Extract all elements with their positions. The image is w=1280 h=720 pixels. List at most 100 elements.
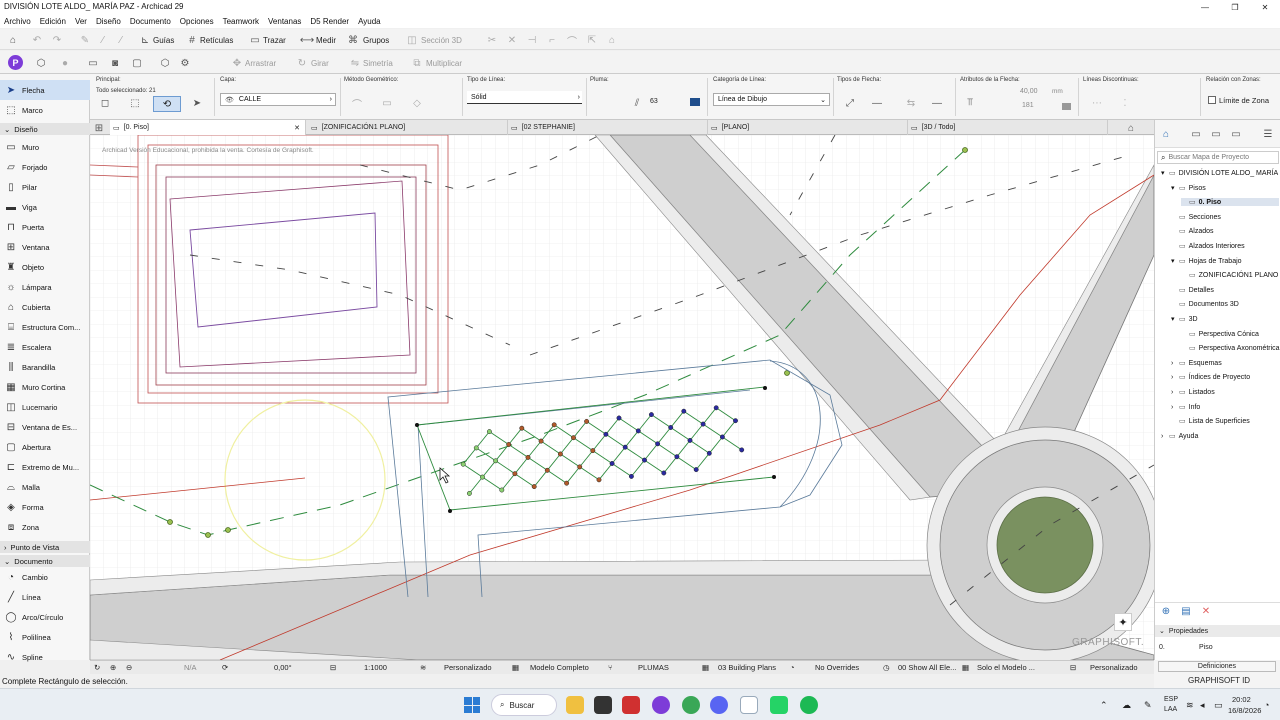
chevron-down-icon[interactable]: ▾ (1161, 169, 1169, 177)
section-punto-de-vista[interactable]: › Punto de Vista (0, 541, 90, 553)
clock-date[interactable]: 16/8/2026 (1228, 706, 1261, 715)
pen-color-swatch[interactable] (690, 98, 700, 106)
lang-bottom[interactable]: LAA (1164, 706, 1177, 713)
rotate-icon[interactable]: ⟳ (222, 663, 228, 672)
navigator-item[interactable]: › ▭ Ayuda (1161, 432, 1279, 440)
clock-time[interactable]: 20:02 (1232, 695, 1251, 704)
tool-marco[interactable]: ⬚ Marco (0, 100, 90, 120)
navigator-item[interactable]: ▭ ZONIFICACIÓN1 PLANO ( (1181, 271, 1280, 279)
navigator-item[interactable]: › ▭ Índices de Proyecto (1171, 373, 1279, 381)
trim-icon[interactable]: ✂ (485, 33, 499, 47)
wifi-icon[interactable]: ≋ (1186, 700, 1194, 711)
tool-polyline[interactable]: ⌇ Polilínea (0, 627, 90, 647)
navigator-item[interactable]: ▭ Alzados (1171, 227, 1279, 235)
navigator-item[interactable]: ▾ ▭ 3D (1171, 315, 1279, 323)
menu-d5render[interactable]: D5 Render (310, 17, 349, 26)
file-explorer-icon[interactable] (566, 696, 584, 714)
arrastrar-button[interactable]: Arrastrar (245, 59, 276, 68)
grid-icon[interactable]: # (185, 33, 199, 47)
section-documento[interactable]: ⌄ Documento (0, 555, 90, 567)
guides-icon[interactable]: ⊾ (138, 33, 152, 47)
rotate-selection-icon[interactable]: ⟲ (153, 96, 181, 112)
tray-chevron-icon[interactable]: ⌃ (1100, 700, 1108, 711)
layer-dropdown[interactable]: 👁 CALLE › (220, 93, 336, 106)
tool-slab[interactable]: ▱ Forjado (0, 157, 90, 177)
tab-stephanie[interactable]: ▭ [02 STEPHANIE] (508, 120, 708, 135)
close-icon[interactable]: ✕ (294, 124, 300, 132)
group-icon[interactable]: ⌘ (346, 33, 360, 47)
profile-icon[interactable]: P (8, 55, 23, 70)
tool-arc[interactable]: ◯ Arco/Círculo (0, 607, 90, 627)
polyline-method-icon[interactable]: ⌒ (350, 96, 364, 111)
renovation-value[interactable]: 00 Show All Ele... (898, 663, 956, 672)
syringe-icon[interactable]: ⁄ (114, 33, 128, 47)
intersect-icon[interactable]: ⌐ (545, 33, 559, 47)
tool-object[interactable]: ♜ Objeto (0, 257, 90, 277)
tab-plano[interactable]: ▭ [PLANO] (708, 120, 908, 135)
discord-icon[interactable] (710, 696, 728, 714)
tool-door[interactable]: ⊓ Puerta (0, 217, 90, 237)
scale-value[interactable]: 1:1000 (364, 663, 387, 672)
menu-ver[interactable]: Ver (75, 17, 87, 26)
arrow-attr-icon[interactable]: ⫪ (963, 95, 977, 109)
navigator-item[interactable]: › ▭ Info (1171, 403, 1279, 411)
menu-edicion[interactable]: Edición (40, 17, 66, 26)
section-diseno[interactable]: ⌄ Diseño (0, 123, 90, 135)
minimize-button[interactable]: — (1190, 0, 1220, 14)
layer-combo-value[interactable]: Personalizado (444, 663, 492, 672)
navigator-item[interactable]: ▭ Perspectiva Axonométrica (1181, 344, 1280, 352)
zoom-out-icon[interactable]: ⊖ (126, 663, 132, 672)
tool-stair[interactable]: ≣ Escalera (0, 337, 90, 357)
simetria-button[interactable]: Simetría (363, 59, 393, 68)
fillet-icon[interactable]: ⌒ (565, 33, 579, 48)
maximize-button[interactable]: ❐ (1220, 0, 1250, 14)
tool-morph[interactable]: ◈ Forma (0, 497, 90, 517)
multiplicar-button[interactable]: Multiplicar (426, 59, 462, 68)
navigator-item[interactable]: ▭ Secciones (1171, 213, 1279, 221)
menu-icon[interactable]: ☰ (1261, 127, 1275, 141)
overrides-value[interactable]: No Overrides (815, 663, 859, 672)
notification-icon[interactable]: ◔ (1264, 700, 1269, 710)
chevron-down-icon[interactable]: ▾ (1171, 184, 1179, 192)
menu-ventanas[interactable]: Ventanas (268, 17, 301, 26)
offset-icon[interactable]: ⇱ (585, 33, 599, 47)
pen-value[interactable]: 63 (650, 98, 658, 105)
menu-archivo[interactable]: Archivo (4, 17, 31, 26)
tool-curtainwall[interactable]: ▦ Muro Cortina (0, 377, 90, 397)
tool-column[interactable]: ▯ Pilar (0, 177, 90, 197)
measure-icon[interactable]: ⟷ (300, 33, 314, 47)
arrow-size[interactable]: 40,00 (1020, 88, 1038, 95)
arrow-pen-swatch[interactable] (1062, 103, 1071, 110)
tool-corner-window[interactable]: ⊟ Ventana de Es... (0, 417, 90, 437)
windows-start-icon[interactable] (464, 697, 480, 713)
navigator-item[interactable]: ▭ Detalles (1171, 286, 1279, 294)
new-view-icon[interactable]: ⊕ (1159, 604, 1173, 618)
arrow-swap-icon[interactable]: ⇆ (904, 96, 918, 110)
line-type-dropdown[interactable]: Sólid › (467, 91, 582, 104)
volume-icon[interactable]: ◂ (1200, 700, 1205, 711)
view-map-icon[interactable]: ▭ (1189, 127, 1203, 141)
menu-diseno[interactable]: Diseño (96, 17, 121, 26)
tab-grid-icon[interactable]: ⊞ (92, 121, 106, 135)
publisher-icon[interactable]: ▭ (1229, 127, 1243, 141)
tool-change[interactable]: ◔ Cambio (0, 567, 90, 587)
camera-icon[interactable]: ▭ (86, 56, 100, 70)
magic-wand-icon[interactable]: ✎ (78, 33, 92, 47)
compass-icon[interactable]: ✦ (1114, 613, 1132, 631)
floor-plan-canvas[interactable]: Archicad Versión Educacional, prohibida … (90, 135, 1154, 660)
pen-set-value[interactable]: PLUMAS (638, 663, 669, 672)
taskbar-search[interactable]: ⌕ Buscar (491, 694, 557, 716)
box-icon[interactable]: ⬡ (158, 56, 172, 70)
undo-zoom-icon[interactable]: ↻ (94, 663, 100, 672)
chevron-right-icon[interactable]: › (1171, 374, 1179, 381)
rotate-icon[interactable]: ↻ (295, 56, 309, 70)
home-icon[interactable]: ⌂ (6, 33, 20, 47)
dash-icon[interactable]: ⋯ (1090, 96, 1104, 110)
marquee-type-icon[interactable]: ⬚ (128, 96, 142, 110)
arrow-end-icon[interactable]: — (930, 96, 944, 110)
medir-button[interactable]: Medir (316, 36, 336, 45)
navigator-item[interactable]: › ▭ Esquemas (1171, 359, 1279, 367)
mirror-icon[interactable]: ⇋ (348, 56, 362, 70)
cube-icon[interactable]: ⬡ (34, 56, 48, 70)
menu-ayuda[interactable]: Ayuda (358, 17, 381, 26)
